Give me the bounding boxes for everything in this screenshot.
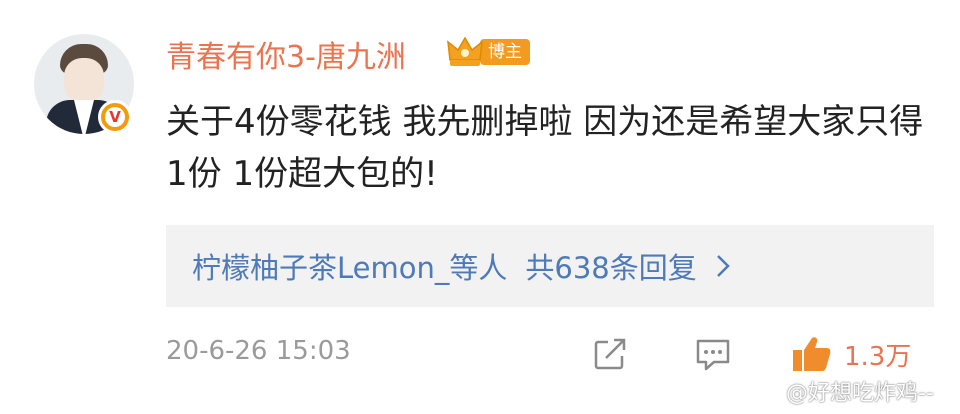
like-button[interactable]: 1.3万 (790, 334, 911, 374)
chevron-right-icon (715, 253, 731, 279)
avatar-face (64, 58, 104, 104)
watermark-text: @好想吃炸鸡-- (786, 381, 934, 406)
comment-button[interactable] (694, 334, 732, 374)
thumbs-up-icon (793, 337, 831, 371)
blogger-badge: 博主 (446, 36, 530, 68)
crown-icon (447, 36, 483, 66)
badge-label: 博主 (480, 39, 530, 65)
timestamp: 20-6-26 15:03 (166, 336, 351, 366)
watermark: @好想吃炸鸡-- (752, 375, 934, 407)
replies-summary[interactable]: 柠檬柚子茶Lemon_等人 共638条回复 (166, 225, 934, 307)
share-button[interactable] (592, 334, 628, 374)
replies-count: 共638条回复 (525, 251, 697, 285)
comment-icon (696, 339, 730, 371)
post-text: 关于4份零花钱 我先删掉啦 因为还是希望大家只得1份 1份超大包的! (166, 102, 924, 194)
share-icon (594, 338, 626, 370)
like-count: 1.3万 (844, 341, 912, 372)
verified-badge-label: V (105, 107, 125, 127)
replies-names: 柠檬柚子茶Lemon_等人 (192, 251, 508, 285)
weibo-logo-icon (753, 382, 780, 402)
verified-badge-icon: V (98, 100, 132, 134)
username-link[interactable]: 青春有你3-唐九洲 (166, 32, 406, 76)
